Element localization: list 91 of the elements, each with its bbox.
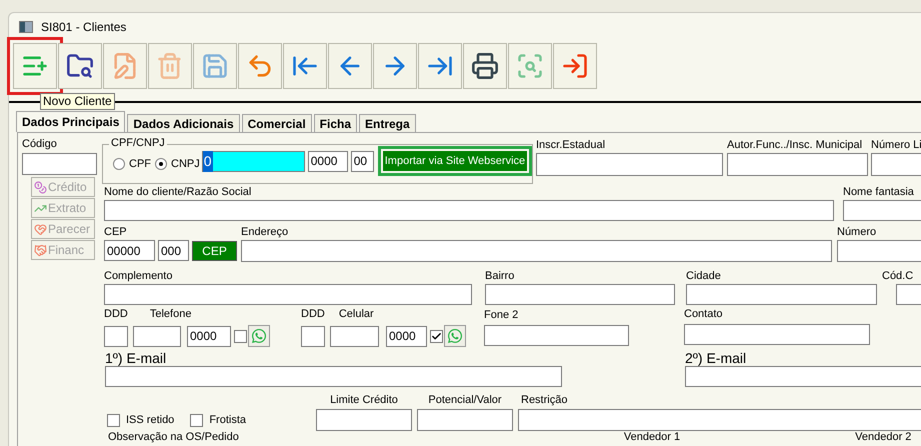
radio-button[interactable] <box>155 158 167 170</box>
field-label: DDD <box>104 308 128 321</box>
field-label: Potencial/Valor <box>428 394 502 407</box>
field-label: Vendedor 1 <box>624 431 680 444</box>
field-label: Limite Crédito <box>330 394 398 407</box>
field-label: Cód.C <box>882 270 914 283</box>
input-field[interactable] <box>843 200 921 221</box>
field-label: ISS retido <box>126 414 174 427</box>
field-label: Número <box>837 226 878 239</box>
window-title: SI801 - Clientes <box>41 19 126 36</box>
input-field[interactable] <box>536 153 723 176</box>
field-label: Contato <box>684 308 724 321</box>
tooltip: Novo Cliente <box>40 93 115 110</box>
tab[interactable]: Dados Adicionais <box>127 114 240 132</box>
input-field[interactable] <box>104 326 128 346</box>
input-field[interactable] <box>518 409 921 431</box>
scan-search-icon <box>516 52 544 80</box>
input-field[interactable] <box>316 409 412 431</box>
tab[interactable]: Entrega <box>359 114 416 132</box>
toolbar-button[interactable] <box>463 43 507 89</box>
input-field[interactable]: 00 <box>350 150 374 172</box>
radio-label: CNPJ <box>171 156 200 172</box>
save-icon <box>201 52 229 80</box>
printer-icon <box>471 52 499 80</box>
input-field[interactable] <box>104 200 834 221</box>
field-label: Nome fantasia <box>843 186 915 199</box>
import-button[interactable]: Importar via Site Webservice <box>378 146 532 176</box>
field-label: Fone 2 <box>484 309 520 322</box>
field-label: Inscr.Estadual <box>536 139 606 152</box>
field-label: Telefone <box>150 308 192 321</box>
field-label: CEP <box>104 226 128 239</box>
field-label: Código <box>22 138 58 151</box>
field-label: Complemento <box>104 270 174 283</box>
checkbox[interactable] <box>190 414 204 427</box>
field-label: Cidade <box>686 270 722 283</box>
input-field[interactable] <box>104 284 472 305</box>
toolbar-button[interactable] <box>328 43 372 89</box>
handshake-icon <box>34 222 47 236</box>
radio-button[interactable] <box>113 158 125 170</box>
field-label: 2º) E-mail <box>685 351 748 366</box>
input-field[interactable]: 000 <box>158 240 189 261</box>
input-field[interactable] <box>417 409 513 431</box>
input-field[interactable] <box>133 326 181 346</box>
toolbar-button[interactable] <box>418 43 462 89</box>
field-label: Autor.Func../Insc. Municipal <box>727 139 864 152</box>
folder-search-icon <box>66 52 94 80</box>
input-field[interactable]: 00000 <box>104 240 155 261</box>
input-field[interactable] <box>485 284 675 305</box>
input-field[interactable]: 0 <box>202 150 305 172</box>
input-field[interactable]: 0000 <box>187 326 231 346</box>
toolbar-button[interactable] <box>283 43 327 89</box>
checkbox[interactable] <box>234 330 247 342</box>
input-field[interactable] <box>727 153 868 176</box>
field-label: Número Li <box>871 139 921 152</box>
field-label: Endereço <box>241 226 290 239</box>
tab[interactable]: Comercial <box>242 114 312 132</box>
field-label: DDD <box>301 308 325 321</box>
checkbox[interactable] <box>430 330 443 342</box>
input-field[interactable] <box>22 153 97 175</box>
toolbar-button[interactable] <box>58 43 102 89</box>
field-label: Celular <box>338 308 374 321</box>
input-field[interactable] <box>330 326 379 346</box>
input-field[interactable] <box>105 366 562 387</box>
whatsapp-button[interactable] <box>248 325 270 347</box>
checkbox[interactable] <box>107 414 120 427</box>
field-label: Observação na OS/Pedido <box>108 431 239 444</box>
coins-icon <box>34 180 47 194</box>
input-field[interactable] <box>241 240 832 262</box>
exit-icon <box>561 52 589 80</box>
field-label: Frotista <box>209 414 246 427</box>
input-field[interactable] <box>685 366 921 387</box>
input-field[interactable] <box>686 284 877 305</box>
field-label: Restrição <box>521 394 568 407</box>
app-icon <box>19 21 33 33</box>
input-field[interactable] <box>484 325 629 346</box>
toolbar-button[interactable] <box>373 43 417 89</box>
field-label: Vendedor 2 <box>855 431 912 444</box>
field-label: Bairro <box>485 270 516 283</box>
toolbar-button[interactable] <box>553 43 597 89</box>
input-field[interactable]: 0000 <box>308 150 348 172</box>
field-label: 1º) E-mail <box>105 351 168 366</box>
input-field[interactable] <box>684 324 870 345</box>
radio-label: CPF <box>129 156 151 172</box>
cep-button[interactable]: CEP <box>192 240 237 260</box>
input-field[interactable]: 0000 <box>386 326 427 346</box>
tab[interactable]: Ficha <box>314 114 357 132</box>
input-field[interactable] <box>301 326 325 346</box>
input-field[interactable] <box>837 240 921 262</box>
field-label: Nome do cliente/Razão Social <box>104 186 252 199</box>
handshake-icon <box>34 244 47 256</box>
tab[interactable]: Dados Principais <box>16 111 126 132</box>
